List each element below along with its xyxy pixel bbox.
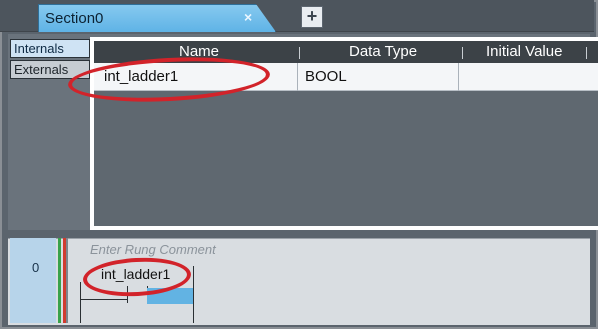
rung-number: 0 (32, 260, 40, 275)
column-header-data-type[interactable]: Data Type (349, 43, 417, 60)
add-section-button[interactable]: + (301, 6, 323, 28)
cell-data-type[interactable]: BOOL (305, 68, 347, 85)
cell-divider (297, 63, 298, 91)
left-power-rail-green (58, 238, 61, 323)
rung-wire-vertical (80, 282, 81, 323)
rung-wire (80, 299, 127, 300)
column-separator[interactable] (586, 47, 587, 59)
column-header-initial-value[interactable]: Initial Value (486, 43, 562, 60)
rung-comment-input[interactable]: Enter Rung Comment (90, 242, 216, 257)
column-separator[interactable] (462, 47, 463, 59)
rung-end-line (193, 266, 194, 323)
tab-section0[interactable]: Section0 × (38, 4, 276, 32)
close-icon[interactable]: × (244, 9, 252, 25)
rung-number-box[interactable]: 0 (10, 238, 56, 323)
left-power-rail-line (66, 238, 68, 323)
tab-strip: Section0 × + (0, 0, 594, 32)
column-separator[interactable] (299, 47, 300, 59)
cell-divider (458, 63, 459, 91)
tab-label: Section0 (45, 10, 104, 27)
tab-internals[interactable]: Internals (10, 39, 90, 58)
